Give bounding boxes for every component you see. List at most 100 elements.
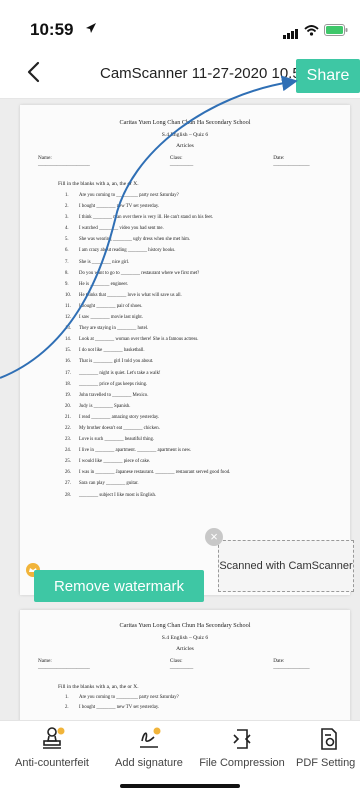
question-number: 16. [65,359,71,365]
question-number: 20. [65,403,71,409]
question-item: 22. My brother doesn't eat ________ chick… [65,423,350,434]
remove-watermark-button[interactable]: Remove watermark [34,570,204,602]
question-number: 8. [65,270,69,276]
question-number: 26. [65,470,71,476]
question-item: 11. I bought ________ pair of shoes. [65,301,350,312]
question-text: Look at ________ woman over there! She i… [79,337,199,343]
document-viewer[interactable]: Caritas Yuen Long Chan Chun Ha Secondary… [0,100,360,720]
home-indicator [120,784,240,788]
question-item: 19. John travelled to ________ Mexico. [65,390,350,401]
doc-fields: Name: ____________________ Class: ______… [38,658,350,670]
question-item: 12. I saw ________ movie last night. [65,312,350,323]
question-list: 1. Are you coming to _________ party next… [65,190,350,501]
doc-quiz-title: S.4 English – Quiz 6 [161,132,209,138]
question-text: I live in ________ apartment. ________ a… [79,448,192,454]
question-item: 13. They are staying in ________ hotel. [65,323,350,334]
question-text: John travelled to ________ Mexico. [79,392,149,398]
question-item: 9. He is ________ engineer. [65,279,350,290]
question-text: ________ subject I like most is English. [79,492,157,498]
question-number: 1. [65,695,69,700]
question-text: Are you coming to _________ party next S… [79,695,179,700]
question-text: Judy is ________ Spanish. [79,403,131,409]
header-bar: CamScanner 11-27-2020 10.58 Share [0,44,360,99]
question-number: 2. [65,204,69,210]
watermark-label[interactable]: Scanned with CamScanner [218,540,354,592]
question-item: 6. I am crazy about reading ________ hist… [65,245,350,256]
question-text: Sara can play ________ guitar. [79,481,139,487]
question-text: My brother doesn't eat ________ chicken. [79,425,160,431]
question-text: They are staying in ________ hotel. [79,326,149,332]
question-item: 1. Are you coming to _________ party next… [65,190,350,201]
question-item: 26. I was in ________ Japanese restaurant… [65,467,350,478]
question-number: 19. [65,392,71,398]
question-number: 9. [65,281,69,287]
doc-school-name: Caritas Yuen Long Chan Chun Ha Secondary… [119,119,251,126]
question-text: Are you coming to _________ party next S… [79,193,179,198]
tool-label: PDF Setting [296,757,356,769]
question-number: 11. [65,303,71,309]
question-item: 4. I watched ________ video you had sent … [65,223,350,234]
question-text: That is ________ girl I told you about. [79,359,154,365]
question-number: 10. [65,292,71,298]
status-icons [283,21,348,39]
question-item: 20. Judy is ________ Spanish. [65,401,350,412]
question-item: 21. I read ________ amazing story yesterd… [65,412,350,423]
question-item: 3. I think ________ man over there is ver… [65,212,350,223]
anti-counterfeit-button[interactable]: Anti-counterfeit [2,721,102,769]
question-item: 2. I bought ________ new TV set yesterday… [65,703,350,713]
add-signature-button[interactable]: Add signature [108,721,190,769]
question-number: 15. [65,348,71,354]
question-text: I think ________ man over there is very … [79,215,214,221]
pdf-settings-icon [321,728,337,750]
doc-instruction: Fill in the blanks with a, an, the or X. [58,684,139,690]
status-bar: 10:59 [0,0,360,44]
close-icon[interactable]: × [205,528,223,546]
question-item: 15. I do not like ________ basketball. [65,345,350,356]
chevron-left-icon[interactable] [24,60,44,84]
question-list: 1. Are you coming to _________ party next… [65,693,350,713]
question-text: He thinks that ________ love is what wil… [79,292,182,298]
question-number: 14. [65,337,71,343]
question-item: 27. Sara can play ________ guitar. [65,478,350,489]
question-text: I do not like ________ basketball. [79,348,145,354]
doc-heading: Articles [176,646,194,652]
question-number: 12. [65,315,71,321]
doc-field-name: Name: ____________________ [38,155,90,167]
doc-school-name: Caritas Yuen Long Chan Chun Ha Secondary… [119,622,251,629]
question-text: ________ night is quiet. Let's take a wa… [79,370,161,376]
question-number: 22. [65,425,71,431]
question-text: I bought ________ pair of shoes. [79,303,143,309]
battery-icon [324,24,348,36]
question-text: I am crazy about reading ________ histor… [79,248,176,254]
share-button[interactable]: Share [296,59,360,93]
document-page-2[interactable]: Caritas Yuen Long Chan Chun Ha Secondary… [20,610,350,720]
question-number: 25. [65,459,71,465]
doc-quiz-title: S.4 English – Quiz 6 [161,635,209,641]
question-text: I bought ________ new TV set yesterday. [79,705,160,710]
question-number: 2. [65,705,69,710]
tool-label: File Compression [199,757,285,769]
question-text: He is ________ engineer. [79,281,129,287]
document-page-1[interactable]: Caritas Yuen Long Chan Chun Ha Secondary… [20,105,350,595]
doc-field-name: Name: ____________________ [38,658,90,670]
question-number: 5. [65,237,69,243]
question-text: I read ________ amazing story yesterday. [79,414,160,420]
question-text: She is ________ nice girl. [79,259,130,265]
question-number: 1. [65,193,69,198]
file-compression-button[interactable]: File Compression [194,721,290,769]
question-number: 3. [65,215,69,221]
question-item: 24. I live in ________ apartment. _______… [65,445,350,456]
question-item: 16. That is ________ girl I told you abou… [65,356,350,367]
question-text: I would like ________ piece of cake. [79,459,151,465]
question-number: 17. [65,370,71,376]
question-item: 1. Are you coming to _________ party next… [65,693,350,703]
question-number: 21. [65,414,71,420]
question-text: I watched ________ video you had sent me… [79,226,164,232]
pdf-setting-button[interactable]: PDF Setting [294,721,360,769]
doc-heading: Articles [176,143,194,149]
tool-label: Add signature [115,757,183,769]
doc-instruction: Fill in the blanks with a, an, the or X. [58,181,139,187]
document-title: CamScanner 11-27-2020 10.58 [100,65,300,82]
question-item: 8. Do you want to go to ________ restaura… [65,268,350,279]
question-text: Love is such ________ beautiful thing. [79,437,155,443]
